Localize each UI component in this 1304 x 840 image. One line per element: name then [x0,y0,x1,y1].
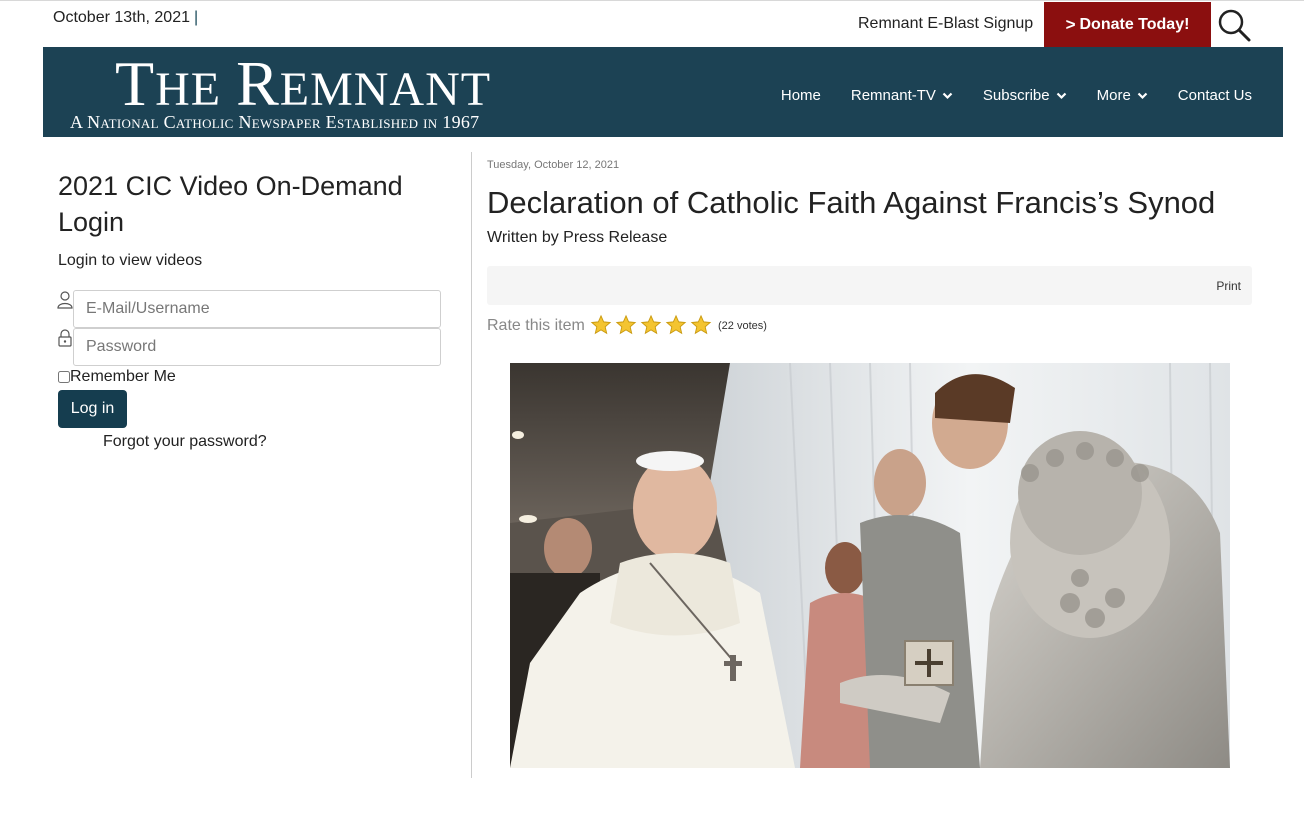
star-icon[interactable] [640,314,662,336]
chevron-down-icon [1137,92,1148,99]
nav-item-remnant-tv[interactable]: Remnant-TV [851,87,953,104]
chevron-down-icon [942,92,953,99]
eblast-signup-link[interactable]: Remnant E-Blast Signup [858,15,1033,33]
star-icon[interactable] [615,314,637,336]
star-icon[interactable] [590,314,612,336]
article-hero-image [510,363,1230,768]
article-title: Declaration of Catholic Faith Against Fr… [487,185,1216,220]
nav-item-label: Home [780,87,821,104]
star-icon[interactable] [690,314,712,336]
login-heading: 2021 CIC Video On-Demand Login [58,171,403,237]
date-separator: | [193,9,199,26]
column-divider [471,152,472,778]
star-icon[interactable] [665,314,687,336]
donate-label: Donate Today! [1079,15,1190,33]
logo-letter-r: R [236,48,280,119]
remember-me[interactable]: Remember Me [58,368,176,386]
logo-letters-emnant: EMNANT [279,63,492,116]
nav-item-label: More [1096,87,1131,104]
print-link[interactable]: Print [1216,279,1241,293]
site-logo[interactable]: THE REMNANT [115,52,492,121]
site-tagline: A National Catholic Newspaper Establishe… [70,112,480,132]
logo-letter-t: T [115,48,156,119]
username-field[interactable] [73,290,441,328]
login-subtitle: Login to view videos [58,252,203,269]
nav-item-contact-us[interactable]: Contact Us [1178,87,1252,104]
vote-count: (22 votes) [718,320,767,332]
article-byline: Written by Press Release [487,229,668,246]
current-date-text: October 13th, 2021 [53,9,190,26]
remember-me-label: Remember Me [70,368,176,385]
chevron-down-icon [1056,92,1066,99]
nav-item-home[interactable]: Home [781,87,821,104]
remember-me-checkbox[interactable] [58,371,70,383]
password-field[interactable] [73,328,441,366]
nav-item-more[interactable]: More [1097,87,1148,104]
lock-icon [57,329,73,347]
nav-item-subscribe[interactable]: Subscribe [983,87,1067,104]
article-toolbar: Print [487,266,1252,305]
nav-item-label: Subscribe [982,87,1050,104]
nav-item-label: Contact Us [1177,87,1252,104]
star-rating [590,314,712,336]
nav-item-label: Remnant-TV [850,87,936,104]
top-border [0,0,1304,1]
article-date: Tuesday, October 12, 2021 [487,159,620,171]
main-nav: Home Remnant-TV Subscribe More Contact Us [751,87,1252,104]
search-icon[interactable] [1216,7,1252,43]
rate-label: Rate this item [487,317,585,334]
donate-button[interactable]: > Donate Today! [1044,2,1211,47]
logo-letters-he: HE [155,63,222,116]
forgot-password-link[interactable]: Forgot your password? [103,433,267,451]
user-icon [57,291,73,309]
chevron-right-icon: > [1065,14,1076,34]
site-header: THE REMNANT A National Catholic Newspape… [43,47,1283,137]
current-date: October 13th, 2021 | [53,9,198,27]
login-button[interactable]: Log in [58,390,127,428]
